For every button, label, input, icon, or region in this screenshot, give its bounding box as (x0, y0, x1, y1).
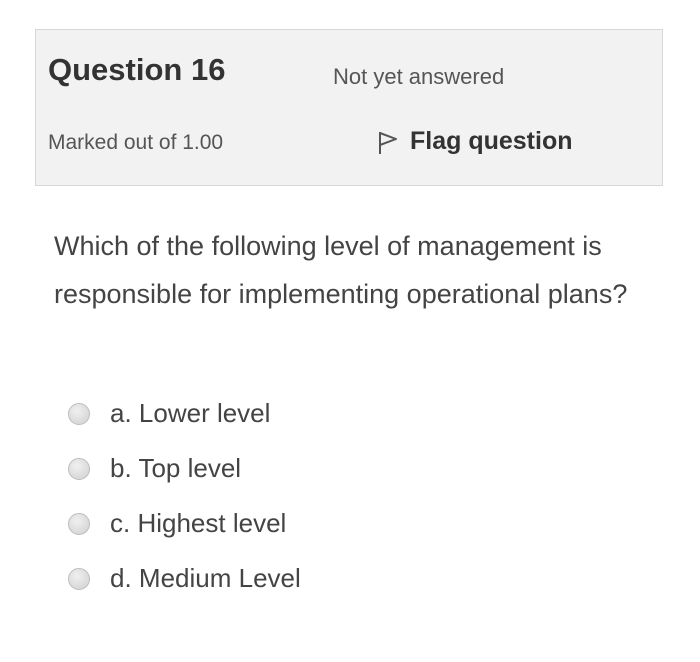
question-text: Which of the following level of manageme… (54, 231, 628, 309)
flag-question-label: Flag question (410, 127, 573, 155)
question-status: Not yet answered (333, 64, 505, 89)
flag-icon (376, 128, 400, 156)
flag-question-button[interactable]: Flag question (376, 127, 573, 156)
answer-option-d[interactable]: d. Medium Level (68, 563, 301, 594)
radio-button[interactable] (68, 402, 90, 425)
radio-button[interactable] (68, 457, 90, 480)
question-marks: Marked out of 1.00 (48, 131, 224, 154)
answer-option-a[interactable]: a. Lower level (68, 398, 270, 429)
answer-label: c. Highest level (110, 508, 287, 538)
radio-button[interactable] (68, 512, 90, 535)
answer-label: b. Top level (110, 453, 242, 483)
answer-option-b[interactable]: b. Top level (68, 453, 241, 484)
answer-label: d. Medium Level (110, 563, 301, 593)
radio-button[interactable] (68, 567, 90, 590)
question-info-box: Question 16 Not yet answered Marked out … (35, 29, 663, 186)
question-title: Question 16 (48, 52, 226, 87)
answer-option-c[interactable]: c. Highest level (68, 508, 286, 539)
answer-label: a. Lower level (110, 398, 271, 428)
